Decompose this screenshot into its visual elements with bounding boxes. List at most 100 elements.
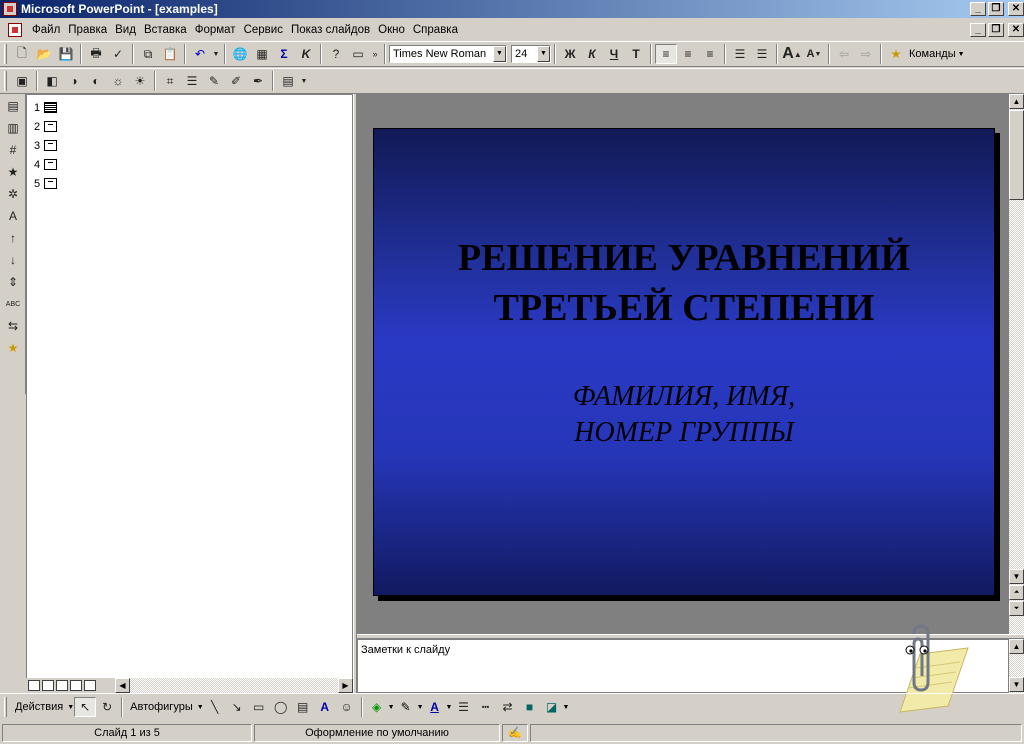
menu-insert[interactable]: Вставка [140, 24, 191, 36]
show-formatting-icon[interactable]: ▥ [2, 118, 24, 138]
notes-scrollbar[interactable]: ▲ ▼ [1009, 639, 1024, 693]
recolor-icon[interactable]: ✎ [203, 71, 225, 91]
align-right-icon[interactable]: ≡ [699, 44, 721, 64]
less-brightness-icon[interactable]: ☀ [129, 71, 151, 91]
decrease-font-icon[interactable]: A ▼ [803, 44, 825, 64]
arrow-tool-icon[interactable]: ↘ [226, 697, 248, 717]
actions-menu[interactable]: Действия [11, 701, 67, 713]
outline-view-button[interactable] [42, 680, 54, 691]
expand-icon[interactable]: ⇕ [2, 272, 24, 292]
collapse-icon[interactable]: # [2, 140, 24, 160]
scroll-up-icon[interactable]: ▲ [1009, 94, 1024, 109]
set-transparent-icon[interactable]: ✒ [247, 71, 269, 91]
3d-style-icon[interactable]: ◪ [540, 697, 562, 717]
table-icon[interactable]: ▦ [251, 44, 273, 64]
line-color-icon[interactable]: ✎ [395, 697, 417, 717]
font-color-dropdown-icon[interactable]: ▼ [446, 704, 453, 711]
rectangle-tool-icon[interactable]: ▭ [248, 697, 270, 717]
dash-style-icon[interactable]: ┅ [474, 697, 496, 717]
menu-file[interactable]: Файл [28, 24, 64, 36]
menu-help[interactable]: Справка [409, 24, 462, 36]
fill-color-icon[interactable]: ◈ [366, 697, 388, 717]
increase-font-icon[interactable]: A ▲ [781, 44, 803, 64]
preset-animation-icon[interactable]: ★ [2, 338, 24, 358]
fill-color-dropdown-icon[interactable]: ▼ [388, 704, 395, 711]
previous-slide-icon[interactable]: ⏶ [1009, 585, 1024, 600]
commands-dropdown-icon[interactable]: ▼ [958, 51, 965, 58]
slideshow-view-button[interactable] [84, 680, 96, 691]
slide-vertical-scrollbar[interactable]: ▲ ▼ ⏶ ⏷ [1009, 94, 1024, 634]
undo-icon[interactable]: ↶ [189, 44, 211, 64]
paste-icon[interactable]: 📋 [159, 44, 181, 64]
scroll-down-icon[interactable]: ▼ [1009, 569, 1024, 584]
numbered-list-icon[interactable]: ☰ [729, 44, 751, 64]
save-icon[interactable]: 💾 [55, 44, 77, 64]
scroll-right-icon[interactable]: ▶ [338, 678, 353, 693]
abc-icon[interactable]: ABC [2, 294, 24, 314]
demote-icon[interactable]: ⇨ [855, 44, 877, 64]
format-picture-icon[interactable]: ✐ [225, 71, 247, 91]
text-animation-icon[interactable]: A [2, 206, 24, 226]
picture-toolbar-dropdown-icon[interactable]: ▼ [299, 71, 309, 91]
free-rotate-icon[interactable]: ↻ [96, 697, 118, 717]
outline-slide-item[interactable]: 5 [27, 174, 352, 193]
undo-dropdown-icon[interactable]: ▼ [211, 44, 221, 64]
insert-picture-icon[interactable]: ▣ [11, 71, 33, 91]
slide-view-icon[interactable]: ▭ [347, 44, 369, 64]
font-name-combo[interactable]: Times New Roman ▼ [389, 45, 507, 63]
print-icon[interactable]: 🖶 [85, 44, 107, 64]
doc-close-button[interactable]: ✕ [1008, 23, 1024, 37]
scroll-left-icon[interactable]: ◀ [115, 678, 130, 693]
notes-scroll-down-icon[interactable]: ▼ [1009, 677, 1024, 692]
outline-slide-item[interactable]: 2 [27, 117, 352, 136]
clipart-icon[interactable]: ☺ [336, 697, 358, 717]
outline-slide-item[interactable]: 3 [27, 136, 352, 155]
move-down-icon[interactable]: ↓ [2, 250, 24, 270]
reset-picture-icon[interactable]: ▤ [277, 71, 299, 91]
menu-tools[interactable]: Сервис [240, 24, 287, 36]
line-style-icon[interactable]: ☰ [181, 71, 203, 91]
menu-edit[interactable]: Правка [64, 24, 111, 36]
promote-icon[interactable]: ⇦ [833, 44, 855, 64]
size-dropdown-icon[interactable]: ▼ [537, 46, 550, 62]
autoshapes-menu[interactable]: Автофигуры [126, 701, 197, 713]
sum-icon[interactable]: Σ [273, 44, 295, 64]
font-dropdown-icon[interactable]: ▼ [493, 46, 506, 62]
italic-k-icon[interactable]: K [295, 44, 317, 64]
custom-animation-icon[interactable]: ★ [2, 162, 24, 182]
slide-view-button[interactable] [56, 680, 68, 691]
summary-slide-icon[interactable]: ▤ [2, 96, 24, 116]
line-color-dropdown-icon[interactable]: ▼ [417, 704, 424, 711]
menu-slideshow[interactable]: Показ слайдов [287, 24, 374, 36]
powerpoint-app-icon[interactable] [3, 2, 17, 16]
document-icon[interactable] [8, 23, 22, 37]
line-tool-icon[interactable]: ╲ [204, 697, 226, 717]
close-button[interactable]: ✕ [1008, 2, 1024, 16]
slide-transition-icon[interactable]: ⇆ [2, 316, 24, 336]
bold-icon[interactable]: Ж [559, 44, 581, 64]
crop-icon[interactable]: ⌗ [159, 71, 181, 91]
doc-restore-button[interactable]: ❐ [988, 23, 1004, 37]
align-left-icon[interactable]: ≡ [655, 44, 677, 64]
arrow-style-icon[interactable]: ⇄ [496, 697, 518, 717]
minimize-button[interactable]: _ [970, 2, 986, 16]
image-control-icon[interactable]: ◧ [41, 71, 63, 91]
menu-view[interactable]: Вид [111, 24, 140, 36]
animation-effects-icon[interactable]: ✲ [2, 184, 24, 204]
help-icon[interactable]: ? [325, 44, 347, 64]
commands-menu[interactable]: Команды [909, 48, 956, 60]
outline-slide-item[interactable]: 4 [27, 155, 352, 174]
restore-button[interactable]: ❐ [988, 2, 1004, 16]
shadow-style-icon[interactable]: ■ [518, 697, 540, 717]
slide-sorter-view-button[interactable] [70, 680, 82, 691]
select-arrow-icon[interactable]: ↖ [74, 697, 97, 717]
new-document-icon[interactable]: 🗋 [11, 44, 33, 64]
animation-star-icon[interactable]: ★ [885, 44, 907, 64]
open-folder-icon[interactable]: 📂 [33, 44, 55, 64]
outline-slide-item[interactable]: 1 [27, 98, 352, 117]
slide-canvas[interactable]: РЕШЕНИЕ УРАВНЕНИЙ ТРЕТЬЕЙ СТЕПЕНИ ФАМИЛИ… [373, 128, 995, 596]
oval-tool-icon[interactable]: ◯ [270, 697, 292, 717]
textbox-tool-icon[interactable]: ▤ [292, 697, 314, 717]
wordart-icon[interactable]: A [314, 697, 336, 717]
toolbar-overflow-icon[interactable]: » [369, 44, 381, 64]
